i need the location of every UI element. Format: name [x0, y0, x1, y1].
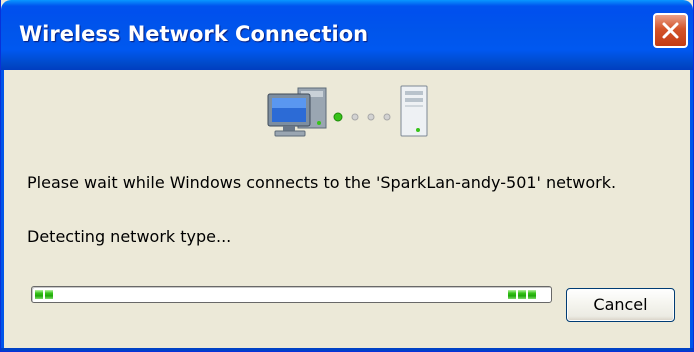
server-tower-icon [400, 85, 428, 137]
cancel-button[interactable]: Cancel [566, 288, 675, 322]
progress-chunk [45, 290, 53, 299]
close-button[interactable] [653, 13, 688, 48]
connection-dot [383, 113, 391, 121]
connection-illustration [266, 78, 436, 148]
connection-message: Please wait while Windows connects to th… [27, 173, 617, 192]
connection-dot [351, 113, 359, 121]
window-frame-bottom [1, 348, 693, 351]
close-x-icon [662, 22, 679, 39]
progress-chunk [35, 290, 43, 299]
window-title: Wireless Network Connection [19, 22, 369, 46]
dialog-body: Please wait while Windows connects to th… [4, 70, 690, 348]
connection-progress-dots [333, 112, 391, 122]
connection-dot [333, 112, 343, 122]
window-frame-right [690, 70, 693, 351]
progress-bar [31, 286, 552, 303]
connection-dot [367, 113, 375, 121]
dialog-window: Wireless Network Connection Please wait … [0, 0, 694, 352]
computer-icon [267, 87, 327, 137]
progress-chunk [508, 290, 516, 299]
title-bar[interactable]: Wireless Network Connection [1, 0, 693, 70]
progress-chunk [518, 290, 526, 299]
status-text: Detecting network type... [27, 227, 232, 246]
progress-chunk [528, 290, 536, 299]
